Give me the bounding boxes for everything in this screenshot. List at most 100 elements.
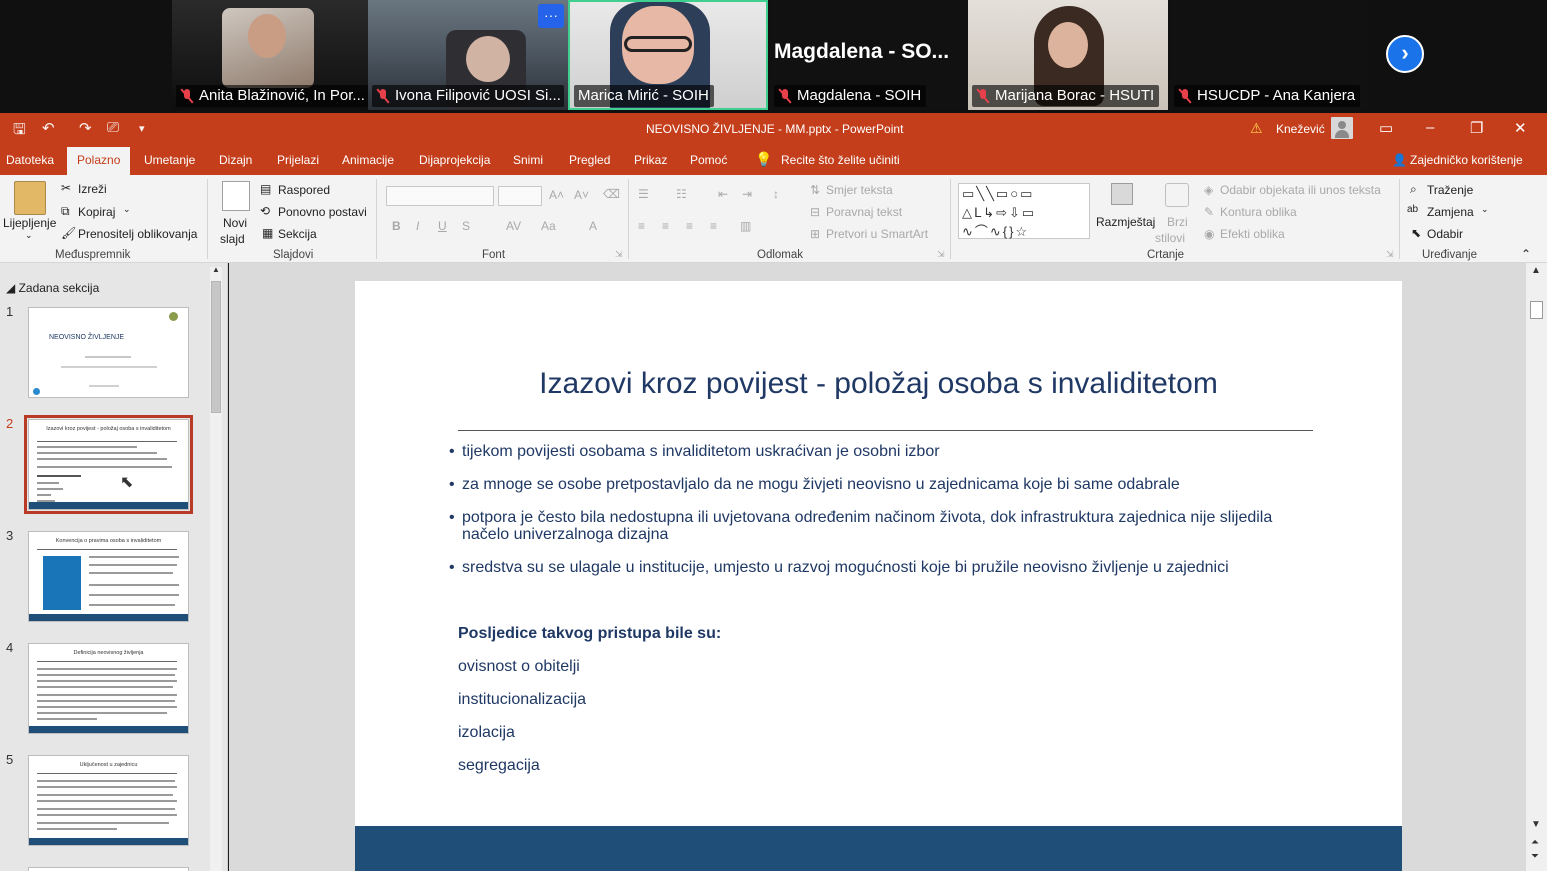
quick-styles-button[interactable]: Brzi (1167, 215, 1188, 229)
new-slide-icon[interactable] (222, 181, 250, 211)
tab-dijaprojekcija[interactable]: Dijaprojekcija (419, 153, 490, 167)
align-text-button[interactable]: Poravnaj tekst (826, 205, 902, 219)
participant-tile-active-speaker[interactable]: Marica Mirić - SOIH (568, 0, 768, 110)
line-spacing-icon[interactable]: ↕ (773, 187, 779, 201)
scrollbar-thumb[interactable] (211, 281, 221, 413)
close-icon[interactable]: ✕ (1514, 119, 1527, 137)
slide-bullet[interactable]: tijekom povijesti osobama s invaliditeto… (449, 443, 1329, 460)
new-slide-button-line2[interactable]: slajd (220, 232, 245, 246)
char-spacing-button[interactable]: AV (506, 219, 521, 233)
shapes-gallery[interactable]: ▭╲╲▭○▭ △ᒪ↳⇨⇩▭ ∿⌒∿{}☆ (958, 183, 1090, 239)
collapse-ribbon-icon[interactable]: ⌃ (1521, 247, 1531, 261)
tab-dizajn[interactable]: Dizajn (219, 153, 252, 167)
chevron-down-icon[interactable]: ⌄ (25, 230, 33, 241)
arrange-button[interactable]: Razmještaj (1096, 215, 1155, 229)
tab-datoteka[interactable]: Datoteka (6, 153, 54, 167)
justify-icon[interactable]: ≡ (710, 219, 717, 233)
select-button[interactable]: Odabir (1427, 227, 1463, 241)
bullets-icon[interactable]: ☰ (638, 187, 649, 201)
undo-icon[interactable]: ↶ (42, 119, 55, 137)
slide-canvas[interactable]: Izazovi kroz povijest - položaj osoba s … (355, 281, 1402, 871)
shape-fill-button[interactable]: Odabir objekata ili unos teksta (1220, 183, 1381, 197)
slide-thumbnail[interactable]: NEOVISNO ŽIVLJENJE (28, 307, 189, 398)
paste-icon[interactable] (14, 181, 46, 215)
user-name[interactable]: Knežević (1276, 122, 1325, 136)
chevron-down-icon[interactable]: ⌄ (123, 204, 131, 215)
replace-button[interactable]: Zamjena (1427, 205, 1474, 219)
new-slide-button[interactable]: Novi (223, 216, 247, 230)
quick-styles-icon[interactable] (1165, 183, 1189, 207)
consequences-heading[interactable]: Posljedice takvog pristupa bile su: (458, 625, 721, 643)
participant-tile[interactable]: HSUCDP - Ana Kanjera (1170, 0, 1368, 110)
align-left-icon[interactable]: ≡ (638, 219, 645, 233)
scroll-up-icon[interactable]: ▲ (212, 265, 220, 274)
increase-font-icon[interactable]: A˄ (549, 188, 564, 202)
dialog-launcher-icon[interactable]: ⇲ (615, 249, 623, 260)
consequence-item[interactable]: izolacija (458, 724, 515, 742)
section-button[interactable]: Sekcija (278, 227, 317, 241)
scrollbar-thumb[interactable] (1530, 301, 1543, 319)
cut-button[interactable]: Izreži (78, 182, 107, 196)
font-size-field[interactable] (498, 186, 542, 206)
previous-slide-icon[interactable]: ⏶ (1531, 837, 1539, 848)
slide-thumbnail[interactable]: Konvencija o pravima osoba s invaliditet… (28, 531, 189, 622)
change-case-button[interactable]: Aa (541, 219, 556, 233)
quick-styles-button-line2[interactable]: stilovi (1155, 231, 1185, 245)
next-participants-button[interactable]: › (1386, 35, 1424, 73)
scroll-down-icon[interactable]: ▼ (1531, 819, 1541, 830)
reset-button[interactable]: Ponovno postavi (278, 205, 367, 219)
shape-effects-button[interactable]: Efekti oblika (1220, 227, 1285, 241)
numbering-icon[interactable]: ☷ (676, 187, 687, 201)
copy-button[interactable]: Kopiraj (78, 205, 115, 219)
tab-prikaz[interactable]: Prikaz (634, 153, 667, 167)
consequence-item[interactable]: segregacija (458, 757, 540, 775)
align-center-icon[interactable]: ≡ (662, 219, 669, 233)
tab-umetanje[interactable]: Umetanje (144, 153, 195, 167)
tab-animacije[interactable]: Animacije (342, 153, 394, 167)
shape-outline-button[interactable]: Kontura oblika (1220, 205, 1297, 219)
slide-thumbnail[interactable]: Uključenost u zajednicu (28, 755, 189, 846)
increase-indent-icon[interactable]: ⇥ (742, 187, 752, 201)
dialog-launcher-icon[interactable]: ⇲ (937, 249, 945, 260)
align-right-icon[interactable]: ≡ (686, 219, 693, 233)
decrease-font-icon[interactable]: A˅ (574, 188, 589, 202)
slide-scrollbar[interactable]: ▲ ▼ ⏶ ⏷ (1525, 263, 1547, 871)
maximize-icon[interactable]: ❐ (1470, 119, 1483, 137)
clear-formatting-icon[interactable]: ⌫ (603, 187, 620, 201)
format-painter-button[interactable]: Prenositelj oblikovanja (78, 227, 197, 241)
text-direction-button[interactable]: Smjer teksta (826, 183, 893, 197)
convert-smartart-button[interactable]: Pretvori u SmartArt (826, 227, 928, 241)
thumbnails-scrollbar[interactable]: ▲ (210, 265, 222, 871)
save-icon[interactable]: 🖫 (13, 119, 26, 144)
paste-button[interactable]: Lijepljenje (3, 216, 56, 230)
font-color-button[interactable]: A (589, 219, 597, 233)
tab-snimi[interactable]: Snimi (513, 153, 543, 167)
minimize-icon[interactable]: – (1426, 119, 1434, 136)
decrease-indent-icon[interactable]: ⇤ (718, 187, 728, 201)
tab-pregled[interactable]: Pregled (569, 153, 610, 167)
find-button[interactable]: Traženje (1427, 183, 1473, 197)
italic-button[interactable]: I (416, 219, 419, 233)
avatar[interactable] (1331, 117, 1353, 139)
slide-thumbnail[interactable] (28, 867, 189, 871)
ribbon-display-options-icon[interactable]: ▭ (1379, 119, 1393, 137)
start-from-beginning-icon[interactable]: ⎚ (107, 119, 119, 136)
scroll-up-icon[interactable]: ▲ (1531, 265, 1541, 276)
chevron-down-icon[interactable]: ⌄ (1481, 204, 1489, 215)
columns-icon[interactable]: ▥ (740, 219, 751, 233)
consequence-item[interactable]: ovisnost o obitelji (458, 658, 580, 676)
slide-thumbnail-selected[interactable]: Izazovi kroz povijest - položaj osoba s … (24, 415, 193, 514)
consequence-item[interactable]: institucionalizacija (458, 691, 586, 709)
redo-icon[interactable]: ↷ (79, 119, 92, 137)
slide-bullet[interactable]: potpora je često bila nedostupna ili uvj… (449, 509, 1309, 543)
tab-polazno[interactable]: Polazno (67, 147, 131, 177)
underline-button[interactable]: U (438, 219, 447, 233)
participant-tile[interactable]: ··· Ivona Filipović UOSI Si... (368, 0, 568, 110)
tab-pomoc[interactable]: Pomoć (690, 153, 727, 167)
arrange-icon[interactable] (1111, 183, 1133, 205)
slide-thumbnail[interactable]: Definicija neovisnog življenja (28, 643, 189, 734)
more-options-button[interactable]: ··· (538, 4, 564, 28)
dialog-launcher-icon[interactable]: ⇲ (1386, 249, 1394, 260)
slide-bullet[interactable]: sredstva su se ulagale u institucije, um… (449, 559, 1329, 576)
slide-bullet[interactable]: za mnoge se osobe pretpostavljalo da ne … (449, 476, 1329, 493)
